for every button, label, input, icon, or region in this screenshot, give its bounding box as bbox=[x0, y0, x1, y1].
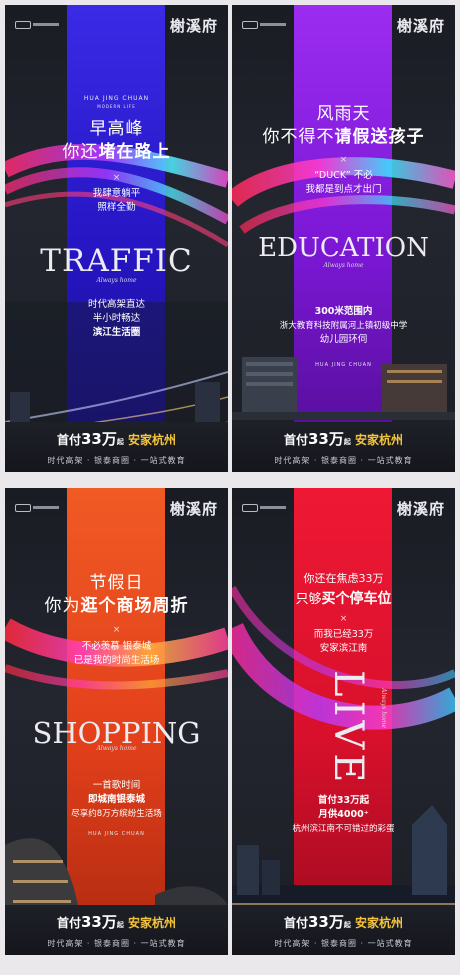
bottom-bar: 首付33万起 安家杭州 时代高架 · 银泰商圈 · 一站式教育 bbox=[232, 905, 455, 955]
bottom-bar: 首付33万起 安家杭州 时代高架 · 银泰商圈 · 一站式教育 bbox=[5, 422, 228, 472]
developer-logo-text bbox=[260, 23, 286, 26]
script-word: Always home bbox=[323, 262, 364, 269]
subtitle-en: HUA JING CHUAN bbox=[315, 362, 372, 368]
sub-line-1: “DUCK” 不必 bbox=[314, 170, 373, 181]
poster-shopping: 榭溪府 节假日 你为逛个商场周折 × 不必羡慕 银泰城 已是我的时尚生活场 SH… bbox=[5, 488, 228, 955]
bottom-bar: 首付33万起 安家杭州 时代高架 · 银泰商圈 · 一站式教育 bbox=[5, 905, 228, 955]
developer-logo bbox=[242, 21, 258, 29]
body-line-3: 滨江生活圈 bbox=[92, 327, 141, 338]
body-line-1: 首付33万起 bbox=[317, 795, 370, 806]
sub-line-1: 而我已经33万 bbox=[313, 629, 374, 640]
cross-mark: × bbox=[339, 614, 348, 624]
poster-live: 榭溪府 你还在焦虑33万 只够买个停车位 × 而我已经33万 安家滨江南 LIV… bbox=[232, 488, 455, 955]
developer-logo bbox=[242, 504, 258, 512]
headline-2: 只够买个停车位 bbox=[295, 591, 392, 607]
sub-line-2: 我都是到点才出门 bbox=[305, 184, 382, 195]
top-bar: 榭溪府 bbox=[5, 5, 228, 45]
headline-1: 你还在焦虑33万 bbox=[303, 572, 384, 585]
top-bar: 榭溪府 bbox=[232, 5, 455, 45]
price-line: 首付33万起 安家杭州 bbox=[56, 430, 177, 448]
body-line-2: 浙大教育科技附属河上镇初级中学 bbox=[279, 321, 408, 331]
headline-2: 你还堵在路上 bbox=[62, 142, 171, 162]
top-bar: 榭溪府 bbox=[5, 488, 228, 528]
sub-line-2: 安家滨江南 bbox=[319, 643, 368, 654]
headline-1: 节假日 bbox=[89, 573, 144, 593]
body-line-1: 时代高架直达 bbox=[87, 299, 145, 310]
tagline: 时代高架 · 银泰商圈 · 一站式教育 bbox=[47, 939, 186, 948]
body-line-2: 半小时畅达 bbox=[92, 313, 141, 324]
cross-mark: × bbox=[112, 173, 121, 183]
script-word: Always home bbox=[96, 745, 137, 752]
developer-logo-text bbox=[33, 506, 59, 509]
headline-1: 风雨天 bbox=[316, 104, 371, 124]
headline-1: 早高峰 bbox=[89, 119, 144, 139]
price-line: 首付33万起 安家杭州 bbox=[283, 913, 404, 931]
body-line-2: 月供4000⁺ bbox=[318, 809, 369, 820]
big-word: EDUCATION bbox=[258, 233, 429, 263]
sub-line-2: 照样全勤 bbox=[97, 202, 136, 213]
script-word: Always home bbox=[380, 688, 387, 729]
price-line: 首付33万起 安家杭州 bbox=[283, 430, 404, 448]
sub-line-1: 不必羡慕 银泰城 bbox=[81, 641, 152, 652]
developer-logo-text bbox=[260, 506, 286, 509]
body-line-3: 幼儿园环伺 bbox=[319, 334, 368, 345]
bottom-bar: 首付33万起 安家杭州 时代高架 · 银泰商圈 · 一站式教育 bbox=[232, 422, 455, 472]
headline-2: 你不得不请假送孩子 bbox=[262, 127, 425, 147]
developer-logo-text bbox=[33, 23, 59, 26]
brand-logo: 榭溪府 bbox=[169, 500, 218, 518]
headline-2: 你为逛个商场周折 bbox=[44, 596, 189, 616]
subtitle-en: HUA JING CHUAN bbox=[88, 831, 145, 837]
sub-line-1: 我肆意躺平 bbox=[92, 188, 141, 199]
poster-education: 榭溪府 风雨天 你不得不请假送孩子 × “DUCK” 不必 我都是到点才出门 E… bbox=[232, 5, 455, 472]
subtitle-en: HUA JING CHUAN bbox=[83, 95, 150, 102]
body-line-3: 尽享约8万方缤纷生活场 bbox=[71, 809, 162, 819]
cross-mark: × bbox=[339, 155, 348, 165]
tagline: 时代高架 · 银泰商圈 · 一站式教育 bbox=[274, 456, 413, 465]
tagline: 时代高架 · 银泰商圈 · 一站式教育 bbox=[274, 939, 413, 948]
sub-line-2: 已是我的时尚生活场 bbox=[73, 655, 160, 666]
cross-mark: × bbox=[112, 625, 121, 635]
body-line-1: 一首歌时间 bbox=[92, 780, 141, 791]
top-bar: 榭溪府 bbox=[232, 488, 455, 528]
big-word: LIVE bbox=[325, 670, 371, 787]
poster-traffic: 榭溪府 HUA JING CHUAN MODERN LIFE 早高峰 你还堵在路… bbox=[5, 5, 228, 472]
developer-logo bbox=[15, 21, 31, 29]
big-word: TRAFFIC bbox=[40, 243, 193, 279]
subtitle-small: MODERN LIFE bbox=[97, 104, 136, 109]
script-word: Always home bbox=[96, 277, 137, 284]
developer-logo bbox=[15, 504, 31, 512]
body-line-1: 300米范围内 bbox=[314, 306, 373, 317]
price-line: 首付33万起 安家杭州 bbox=[56, 913, 177, 931]
body-line-3: 杭州滨江南不可错过的彩蛋 bbox=[292, 824, 395, 834]
brand-logo: 榭溪府 bbox=[396, 17, 445, 35]
brand-logo: 榭溪府 bbox=[396, 500, 445, 518]
brand-logo: 榭溪府 bbox=[169, 17, 218, 35]
body-line-2: 即城南银泰城 bbox=[87, 794, 145, 805]
tagline: 时代高架 · 银泰商圈 · 一站式教育 bbox=[47, 456, 186, 465]
